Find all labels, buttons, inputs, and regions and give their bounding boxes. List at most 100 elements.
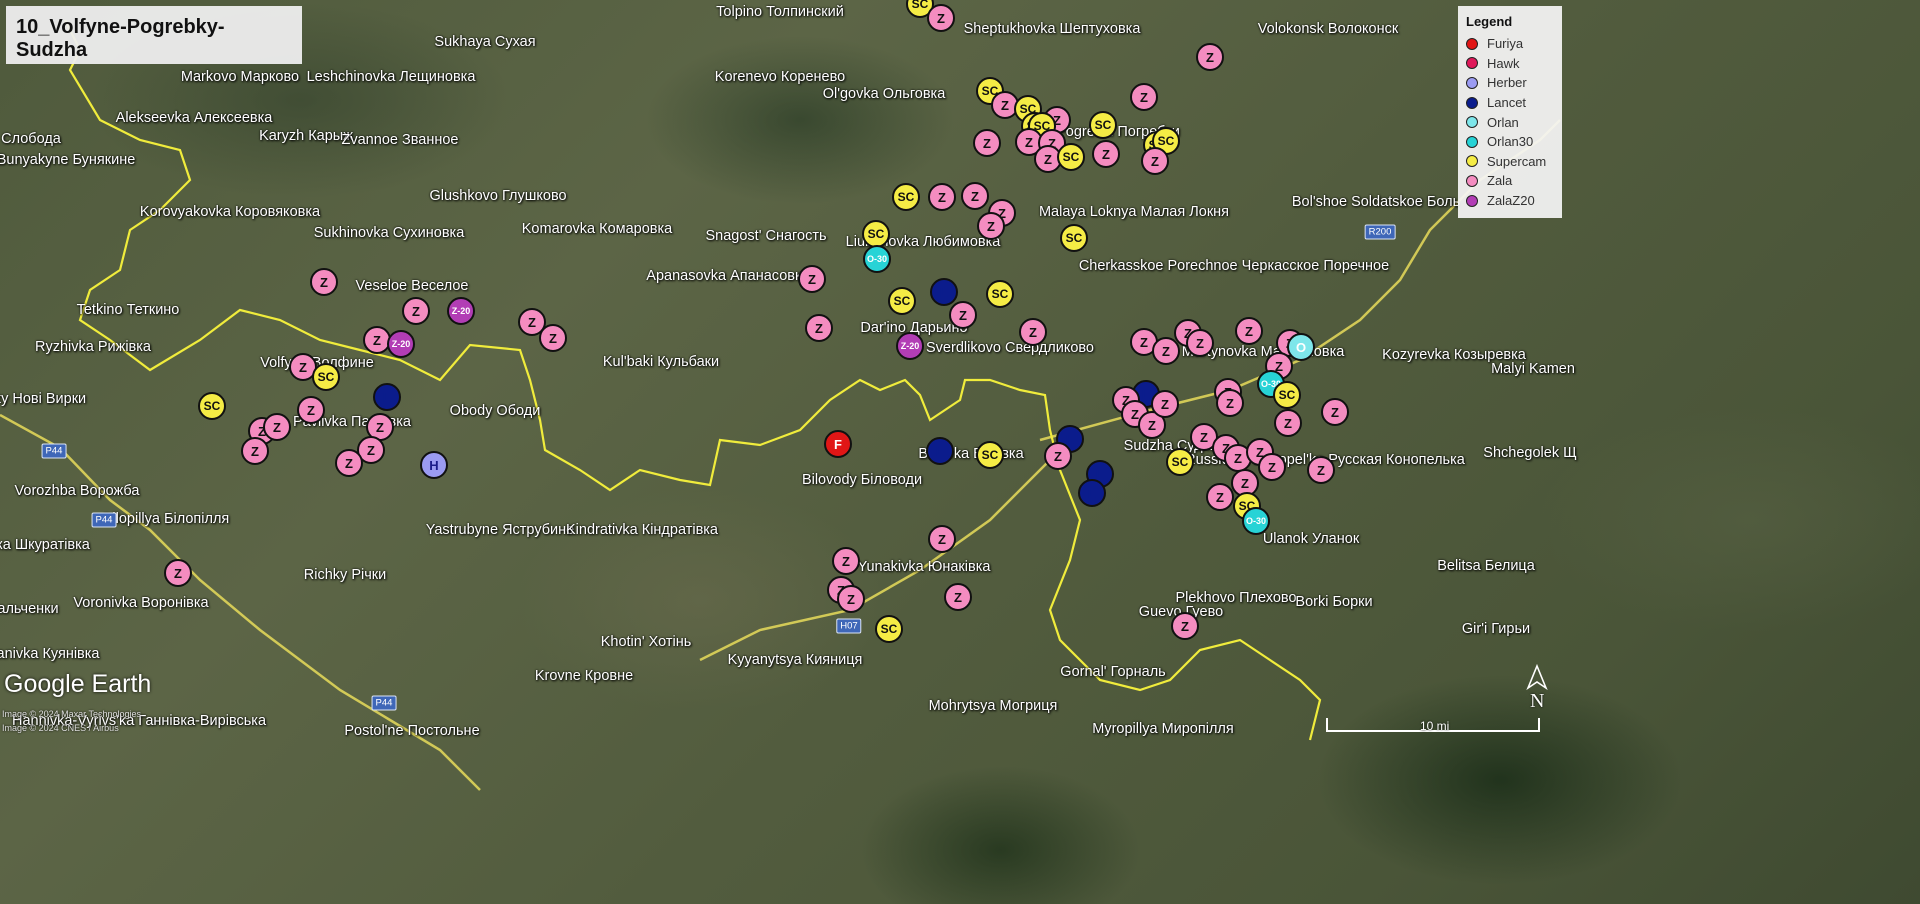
legend-swatch-icon [1466,76,1478,89]
scale-label: 10 mi [1420,719,1450,733]
place-label: Zvannoe Званное [341,132,459,148]
marker-zala[interactable]: Z [241,437,269,465]
attribution-text: Image © 2024 CNES / Airbus [2,723,119,733]
marker-zala[interactable]: Z [1186,329,1214,357]
place-label: Obody Ободи [449,403,541,419]
place-label: Sheptukhovka Шептуховка [963,21,1141,37]
place-label: Bilovody Біловоди [801,472,923,488]
satellite-map[interactable]: Tolpino Толпинский Sheptukhovka Шептуховк… [0,0,1920,904]
marker-supercam[interactable]: SC [986,280,1014,308]
legend-swatch-icon [1466,194,1478,207]
marker-supercam[interactable]: SC [1166,448,1194,476]
road-shield: P44 [41,443,67,459]
marker-zala[interactable]: Z [944,583,972,611]
place-label: Korenevo Коренево [714,69,846,85]
marker-herber[interactable]: H [420,451,448,479]
marker-supercam[interactable]: SC [1057,143,1085,171]
marker-zala[interactable]: Z [1171,612,1199,640]
marker-zalaz20[interactable]: Z-20 [447,297,475,325]
place-label: Borki Борки [1295,594,1373,610]
marker-zala[interactable]: Z [928,183,956,211]
place-label: Belitsa Белица [1437,558,1535,574]
marker-orlan[interactable]: O [1287,333,1315,361]
marker-zala[interactable]: Z [973,129,1001,157]
marker-supercam[interactable]: SC [1273,381,1301,409]
place-label: Markovo Марково [180,69,300,85]
marker-zala[interactable]: Z [928,525,956,553]
marker-lancet[interactable]: L [1078,479,1106,507]
marker-zala[interactable]: Z [1216,389,1244,417]
place-label: Kul'baki Кульбаки [602,354,720,370]
marker-zala[interactable]: Z [1274,409,1302,437]
marker-zala[interactable]: Z [1307,456,1335,484]
marker-zalaz20[interactable]: Z-20 [387,330,415,358]
place-label: Komarovka Комаровка [521,221,673,237]
marker-zala[interactable]: Z [1141,147,1169,175]
marker-zala[interactable]: Z [297,396,325,424]
marker-supercam[interactable]: SC [892,183,920,211]
place-label: Veseloe Веселое [355,278,469,294]
marker-zala[interactable]: Z [1258,453,1286,481]
marker-supercam[interactable]: SC [976,441,1004,469]
north-label: N [1530,690,1545,712]
legend-item-supercam: Supercam [1466,152,1554,172]
marker-zala[interactable]: Z [1151,390,1179,418]
marker-lancet[interactable]: L [930,278,958,306]
marker-zala[interactable]: Z [263,413,291,441]
marker-zala[interactable]: Z [539,324,567,352]
marker-supercam[interactable]: SC [1060,224,1088,252]
marker-orlan30[interactable]: O-30 [863,245,891,273]
marker-zala[interactable]: Z [1044,442,1072,470]
marker-zala[interactable]: Z [805,314,833,342]
place-label: Voronivka Воронівка [73,595,209,611]
marker-zala[interactable]: Z [1019,318,1047,346]
marker-zala[interactable]: Z [832,547,860,575]
marker-zala[interactable]: Z [1092,140,1120,168]
marker-lancet[interactable]: L [373,383,401,411]
marker-supercam[interactable]: SC [875,615,903,643]
legend-label: Lancet [1487,95,1527,111]
place-label: Слобода [1,131,61,147]
place-label: Alekseevka Алексеевка [115,110,273,126]
legend-item-lancet: Lancet [1466,93,1554,113]
legend-item-herber: Herber [1466,73,1554,93]
place-label: Leshchinovka Лещиновка [306,69,476,85]
marker-zala[interactable]: Z [927,4,955,32]
marker-zala[interactable]: Z [949,301,977,329]
marker-zala[interactable]: Z [837,585,865,613]
marker-supercam[interactable]: SC [312,363,340,391]
place-label: Krovne Кровне [534,668,634,684]
marker-orlan30[interactable]: O-30 [1242,507,1270,535]
marker-zala[interactable]: Z [335,449,363,477]
place-label: Vorozhba Ворожба [14,483,140,499]
marker-zala[interactable]: Z [1321,398,1349,426]
marker-supercam[interactable]: SC [888,287,916,315]
marker-zalaz20[interactable]: Z-20 [896,332,924,360]
marker-furiya[interactable]: F [824,430,852,458]
legend-item-zalaz20: ZalaZ20 [1466,191,1554,211]
marker-zala[interactable]: Z [310,268,338,296]
marker-zala[interactable]: Z [1130,83,1158,111]
marker-zala[interactable]: Z [402,297,430,325]
marker-zala[interactable]: Z [1206,483,1234,511]
marker-supercam[interactable]: SC [862,220,890,248]
marker-zala[interactable]: Z [1196,43,1224,71]
place-label: Korovyakovka Коровяковка [139,204,321,220]
marker-supercam[interactable]: SC [1089,111,1117,139]
marker-lancet[interactable]: L [926,437,954,465]
marker-zala[interactable]: Z [798,265,826,293]
legend-swatch-icon [1466,116,1478,129]
marker-zala[interactable]: Z [977,212,1005,240]
legend-item-zala: Zala [1466,171,1554,191]
place-label: Snagost' Снагость [705,228,827,244]
legend-item-hawk: Hawk [1466,54,1554,74]
place-label: Sukhaya Сухая [434,34,536,50]
marker-zala[interactable]: Z [1235,317,1263,345]
place-label: Mohrytsya Могриця [928,698,1058,714]
marker-zala[interactable]: Z [164,559,192,587]
marker-supercam[interactable]: SC [198,392,226,420]
marker-zala[interactable]: Z [961,182,989,210]
legend-label: Furiya [1487,36,1524,52]
legend-panel: Legend Furiya Hawk Herber Lancet Orlan Orlan3… [1458,6,1562,218]
place-label: Malyi Kamen [1491,361,1575,377]
